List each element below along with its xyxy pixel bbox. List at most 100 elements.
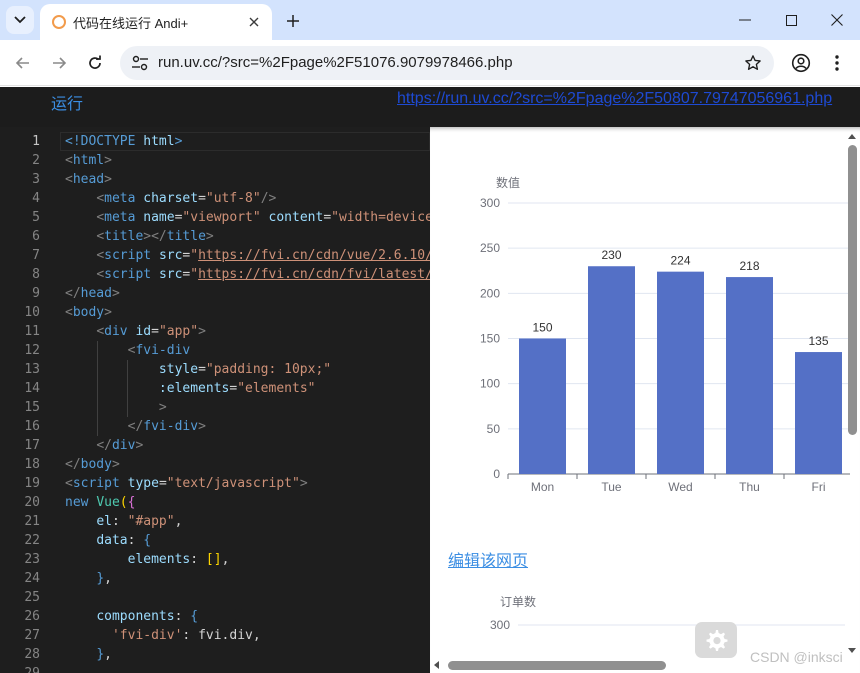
line-number: 25 [24, 590, 40, 605]
line-number: 14 [24, 381, 40, 396]
tab-title: 代码在线运行 Andi+ [73, 16, 189, 31]
line-number: 2 [32, 153, 40, 168]
bar[interactable] [588, 266, 635, 474]
x-tick-label: Wed [668, 480, 692, 494]
bar-value-label: 224 [670, 254, 690, 268]
back-button[interactable] [8, 48, 38, 78]
bars: 150 230 224 218 135 [519, 248, 842, 474]
code-line: 8 <script src="https://fvi.cn/cdn/fvi/la… [0, 265, 430, 284]
x-tick-label: Mon [531, 480, 554, 494]
more-vert-icon [835, 55, 839, 71]
line-number: 20 [24, 495, 40, 510]
bar-chart: 数值 0 50 100 150 200 250 300 150 230 224 218 135 Mo… [480, 175, 850, 494]
y-tick-label: 300 [480, 196, 500, 210]
bar[interactable] [657, 271, 704, 474]
vertical-scrollbar[interactable] [848, 145, 857, 435]
y-tick-label: 0 [493, 467, 500, 481]
code-line: 21 el: "#app", [0, 512, 430, 531]
settings-button[interactable] [695, 622, 737, 658]
code-line: 23 elements: [], [0, 550, 430, 569]
close-window-button[interactable] [814, 0, 860, 40]
tab-close-button[interactable] [244, 12, 264, 32]
line-number: 6 [32, 229, 40, 244]
new-tab-button[interactable] [280, 8, 306, 34]
horizontal-scrollbar[interactable] [448, 661, 666, 670]
code-editor[interactable]: 1 <!DOCTYPE html> 2 <html> 3 <head> 4 <meta… [0, 127, 430, 673]
line-number: 26 [24, 609, 40, 624]
run-button[interactable]: 运行 [51, 90, 83, 114]
line-number: 29 [0, 664, 40, 673]
code-line: 11 <div id="app"> [0, 322, 430, 341]
bar[interactable] [726, 277, 773, 474]
line-number: 12 [24, 343, 40, 358]
code-line: 14 :elements="elements" [0, 379, 430, 398]
forward-button[interactable] [44, 48, 74, 78]
site-info-button[interactable] [128, 51, 152, 75]
line-number: 13 [24, 362, 40, 377]
watermark: CSDN @inksci [750, 649, 843, 665]
line-number: 21 [24, 514, 40, 529]
maximize-button[interactable] [768, 0, 814, 40]
page-header: 运行 https://run.uv.cc/?src=%2Fpage%2F5080… [0, 87, 860, 127]
scroll-left-arrow[interactable] [434, 661, 439, 669]
tune-icon [132, 55, 148, 71]
page-link[interactable]: https://run.uv.cc/?src=%2Fpage%2F50807.7… [397, 90, 832, 108]
code-line: 3 <head> [0, 170, 430, 189]
line-number: 1 [32, 134, 40, 149]
gear-icon [706, 630, 728, 651]
edit-page-link[interactable]: 编辑该网页 [448, 547, 528, 571]
bar-value-label: 135 [808, 334, 828, 348]
line-number: 3 [32, 172, 40, 187]
code-line: 25 [0, 588, 430, 607]
url-text[interactable]: run.uv.cc/?src=%2Fpage%2F51076.907997846… [158, 54, 513, 71]
line-number: 11 [24, 324, 40, 339]
code-line: 15 > [0, 398, 430, 417]
code-line: 1 <!DOCTYPE html> [0, 132, 430, 151]
plus-icon [287, 15, 299, 27]
line-number: 22 [24, 533, 40, 548]
reload-icon [89, 55, 101, 69]
tab-strip: 代码在线运行 Andi+ [0, 0, 860, 40]
line-number: 7 [32, 248, 40, 263]
line-number: 24 [24, 571, 40, 586]
code-line: 27 'fvi-div': fvi.div, [0, 626, 430, 645]
scroll-down-arrow[interactable] [848, 648, 856, 653]
line-number: 15 [24, 400, 40, 415]
bar[interactable] [795, 352, 842, 474]
chevron-down-icon [14, 16, 26, 24]
star-icon [745, 55, 761, 70]
y-tick-label: 100 [480, 377, 500, 391]
code-line: 29 [0, 664, 430, 673]
tab-active[interactable]: 代码在线运行 Andi+ [40, 4, 272, 40]
line-number: 19 [24, 476, 40, 491]
preview-pane[interactable]: 数值 0 50 100 150 200 250 300 150 230 224 218 135 Mo… [430, 127, 860, 673]
order-chart: 订单数 300 [490, 594, 845, 632]
tab-search-button[interactable] [6, 6, 34, 34]
favicon-icon [52, 15, 66, 29]
code-line: 7 <script src="https://fvi.cn/cdn/vue/2.… [0, 246, 430, 265]
maximize-icon [785, 14, 797, 26]
code-line: 13 style="padding: 10px;" [0, 360, 430, 379]
menu-button[interactable] [822, 48, 852, 78]
code-line: 24 }, [0, 569, 430, 588]
reload-button[interactable] [80, 48, 110, 78]
arrow-right-icon [53, 57, 67, 69]
close-icon [249, 17, 259, 27]
y-axis-label: 数值 [496, 175, 520, 190]
bar[interactable] [519, 338, 566, 475]
profile-button[interactable] [786, 48, 816, 78]
minimize-icon [739, 19, 751, 21]
bookmark-button[interactable] [742, 52, 764, 74]
code-line: 6 <title></title> [0, 227, 430, 246]
scroll-up-arrow[interactable] [848, 134, 856, 139]
minimize-button[interactable] [722, 0, 768, 40]
y-tick-label: 50 [487, 422, 501, 436]
y-tick-label: 200 [480, 286, 500, 300]
browser-window: 代码在线运行 Andi+ run.uv.cc/?src=%2Fpage%2F51… [0, 0, 860, 673]
bar-value-label: 218 [739, 259, 759, 273]
address-bar[interactable]: run.uv.cc/?src=%2Fpage%2F51076.907997846… [120, 46, 774, 80]
line-number: 5 [32, 210, 40, 225]
line-number: 23 [24, 552, 40, 567]
code-line: 4 <meta charset="utf-8"/> [0, 189, 430, 208]
x-tick-label: Fri [812, 480, 826, 494]
